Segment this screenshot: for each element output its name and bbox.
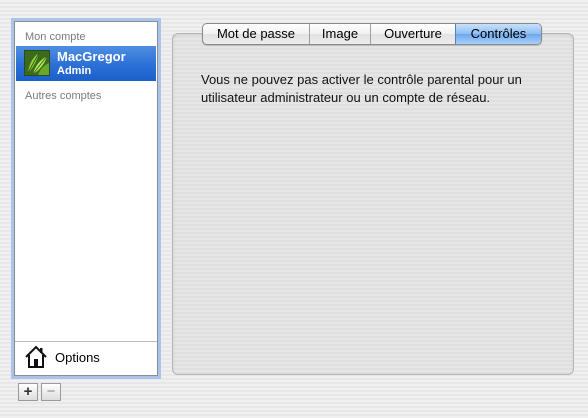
avatar (24, 50, 50, 76)
accounts-list[interactable]: Mon compte MacGregor Admin Autres compte… (14, 21, 158, 376)
remove-account-button[interactable]: − (41, 383, 61, 401)
other-accounts-header: Autres comptes (25, 90, 102, 102)
my-account-header: Mon compte (25, 31, 86, 43)
tab-password[interactable]: Mot de passe (203, 24, 309, 44)
tab-bar: Mot de passe Image Ouverture Contrôles (202, 23, 542, 45)
account-role: Admin (57, 65, 92, 77)
controls-panel: Vous ne pouvez pas activer le contrôle p… (172, 33, 574, 375)
options-label: Options (55, 350, 100, 365)
account-row-macgregor[interactable]: MacGregor Admin (16, 46, 156, 81)
account-name: MacGregor (57, 49, 126, 64)
parental-controls-message: Vous ne pouvez pas activer le contrôle p… (201, 72, 522, 105)
home-icon (25, 345, 47, 368)
tab-parental-controls[interactable]: Contrôles (455, 24, 541, 44)
tab-login-items[interactable]: Ouverture (370, 24, 455, 44)
login-options-button[interactable]: Options (15, 341, 157, 375)
tab-picture[interactable]: Image (309, 24, 370, 44)
add-account-button[interactable]: + (18, 383, 38, 401)
